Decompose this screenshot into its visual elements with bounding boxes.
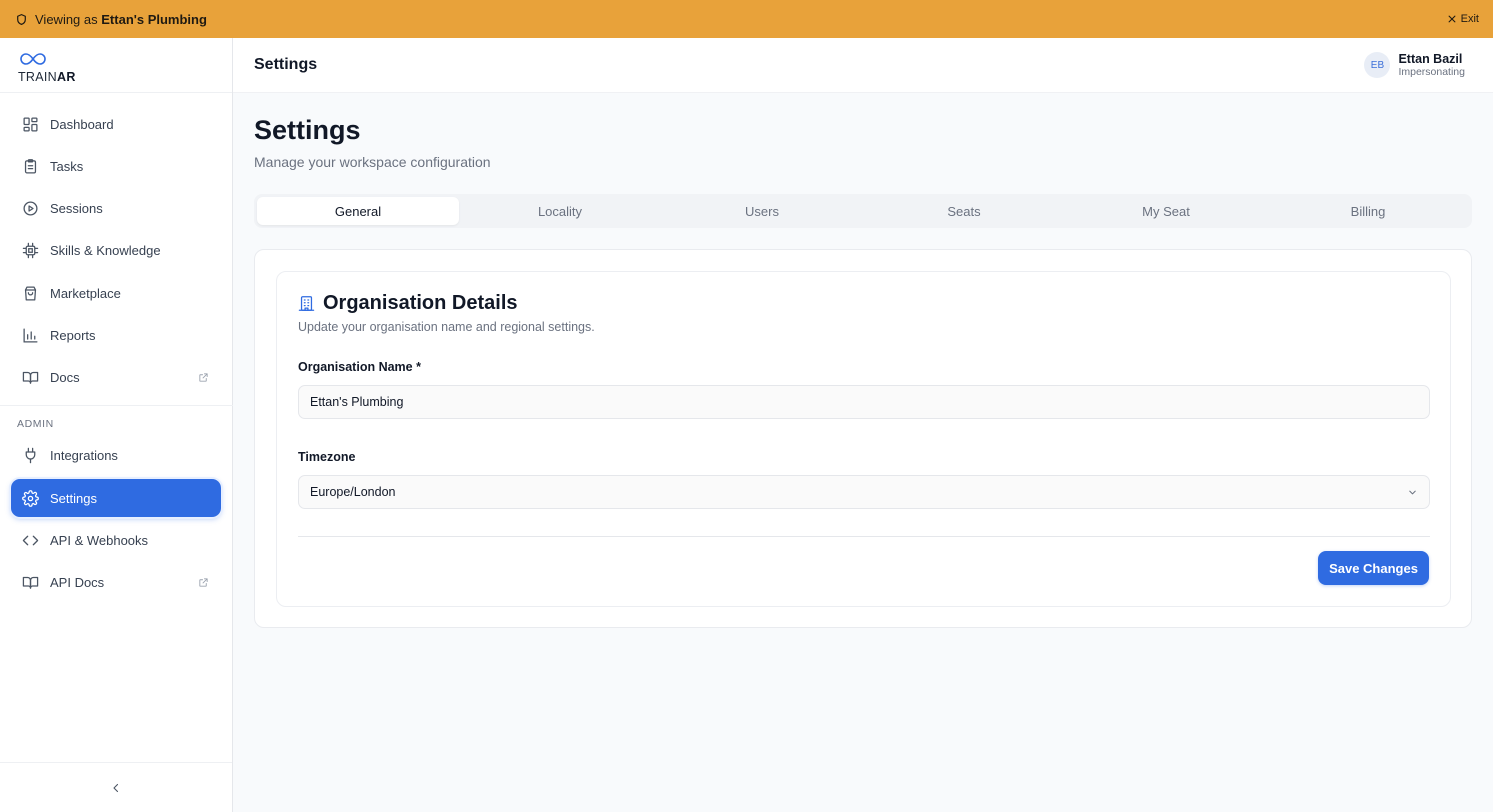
user-name: Ettan Bazil xyxy=(1398,51,1463,66)
page-title: Settings xyxy=(254,115,361,145)
sidebar-item-label: API & Webhooks xyxy=(50,532,149,548)
external-link-icon xyxy=(199,578,208,587)
timezone-value: Europe/London xyxy=(310,485,396,499)
sidebar-item-label: Dashboard xyxy=(50,116,114,132)
bar-chart-icon xyxy=(23,328,38,343)
card-title: Organisation Details xyxy=(298,292,518,315)
org-name-input[interactable] xyxy=(298,385,1430,419)
sidebar-item-reports[interactable]: Reports xyxy=(11,316,221,354)
chevron-left-icon xyxy=(113,783,119,792)
sidebar-item-tasks[interactable]: Tasks xyxy=(11,147,221,185)
tab-seats[interactable]: Seats xyxy=(863,197,1065,225)
banner-message: Viewing as Ettan's Plumbing xyxy=(15,12,207,27)
shield-icon xyxy=(17,13,26,25)
play-circle-icon xyxy=(23,201,38,216)
impersonation-banner: Viewing as Ettan's Plumbing Exit xyxy=(0,0,1493,38)
sidebar: TRAINAR Dashboard Tasks Sessions Skills … xyxy=(0,38,233,812)
sidebar-item-label: Skills & Knowledge xyxy=(50,243,161,259)
sidebar-item-label: Sessions xyxy=(50,201,103,217)
user-role: Impersonating xyxy=(1398,65,1465,78)
plug-icon xyxy=(25,448,36,464)
infinity-logo-icon xyxy=(20,53,46,65)
sidebar-section-admin: ADMIN xyxy=(17,417,54,430)
tab-locality[interactable]: Locality xyxy=(459,197,661,225)
building-icon xyxy=(298,296,315,311)
close-icon xyxy=(1448,15,1456,23)
settings-panel: Organisation Details Update your organis… xyxy=(254,249,1472,628)
sidebar-item-label: Settings xyxy=(50,490,97,506)
settings-tabs: General Locality Users Seats My Seat Bil… xyxy=(254,194,1472,228)
page-subtitle: Manage your workspace configuration xyxy=(254,154,491,170)
sidebar-item-label: Marketplace xyxy=(50,285,121,301)
form-divider xyxy=(298,536,1430,537)
sidebar-item-label: Docs xyxy=(50,370,80,386)
save-changes-button[interactable]: Save Changes xyxy=(1318,551,1429,585)
card-title-text: Organisation Details xyxy=(323,292,518,314)
user-menu[interactable]: EB Ettan Bazil Impersonating xyxy=(1364,52,1465,79)
user-info: Ettan Bazil Impersonating xyxy=(1398,52,1465,79)
org-name-label: Organisation Name * xyxy=(298,360,421,374)
sidebar-item-label: API Docs xyxy=(50,575,105,591)
sidebar-item-api-webhooks[interactable]: API & Webhooks xyxy=(11,521,221,559)
header-title: Settings xyxy=(254,56,318,73)
avatar: EB xyxy=(1364,52,1391,78)
tab-general[interactable]: General xyxy=(257,197,459,225)
tab-my-seat[interactable]: My Seat xyxy=(1065,197,1267,225)
organisation-details-card: Organisation Details Update your organis… xyxy=(276,271,1451,607)
logo-text: TRAINAR xyxy=(18,70,232,84)
book-icon xyxy=(22,577,39,589)
exit-label: Exit xyxy=(1460,13,1479,25)
card-subtitle: Update your organisation name and region… xyxy=(298,320,595,334)
sidebar-item-label: Reports xyxy=(50,327,96,343)
tab-users[interactable]: Users xyxy=(661,197,863,225)
chevron-down-icon xyxy=(1409,490,1416,494)
sidebar-divider xyxy=(0,404,233,406)
sidebar-item-marketplace[interactable]: Marketplace xyxy=(11,274,221,312)
shopping-bag-icon xyxy=(24,286,37,301)
sidebar-item-skills-knowledge[interactable]: Skills & Knowledge xyxy=(11,232,221,270)
sidebar-item-api-docs[interactable]: API Docs xyxy=(11,564,221,602)
gear-icon xyxy=(22,489,39,507)
code-icon xyxy=(22,535,39,546)
book-icon xyxy=(22,372,39,385)
sidebar-item-settings[interactable]: Settings xyxy=(11,479,221,518)
sidebar-item-sessions[interactable]: Sessions xyxy=(11,190,221,228)
top-header: Settings EB Ettan Bazil Impersonating xyxy=(233,38,1493,93)
banner-org-name: Ettan's Plumbing xyxy=(101,11,207,27)
timezone-select[interactable]: Europe/London xyxy=(298,475,1430,509)
external-link-icon xyxy=(199,373,208,382)
sidebar-item-dashboard[interactable]: Dashboard xyxy=(11,105,221,143)
sidebar-item-label: Tasks xyxy=(50,158,84,174)
logo-text-bold: AR xyxy=(57,70,76,84)
collapse-sidebar-button[interactable] xyxy=(0,762,232,812)
logo-text-light: TRAIN xyxy=(18,70,57,84)
dashboard-icon xyxy=(23,116,38,132)
sidebar-item-label: Integrations xyxy=(50,448,118,464)
sidebar-item-docs[interactable]: Docs xyxy=(11,359,221,397)
logo[interactable]: TRAINAR xyxy=(0,38,232,93)
clipboard-icon xyxy=(24,158,37,174)
sidebar-nav: Dashboard Tasks Sessions Skills & Knowle… xyxy=(0,93,233,602)
timezone-label: Timezone xyxy=(298,450,356,464)
exit-impersonation-button[interactable]: Exit xyxy=(1447,13,1479,25)
banner-prefix: Viewing as xyxy=(35,11,98,27)
chip-icon xyxy=(22,243,39,259)
tab-billing[interactable]: Billing xyxy=(1267,197,1469,225)
sidebar-item-integrations[interactable]: Integrations xyxy=(11,437,221,475)
